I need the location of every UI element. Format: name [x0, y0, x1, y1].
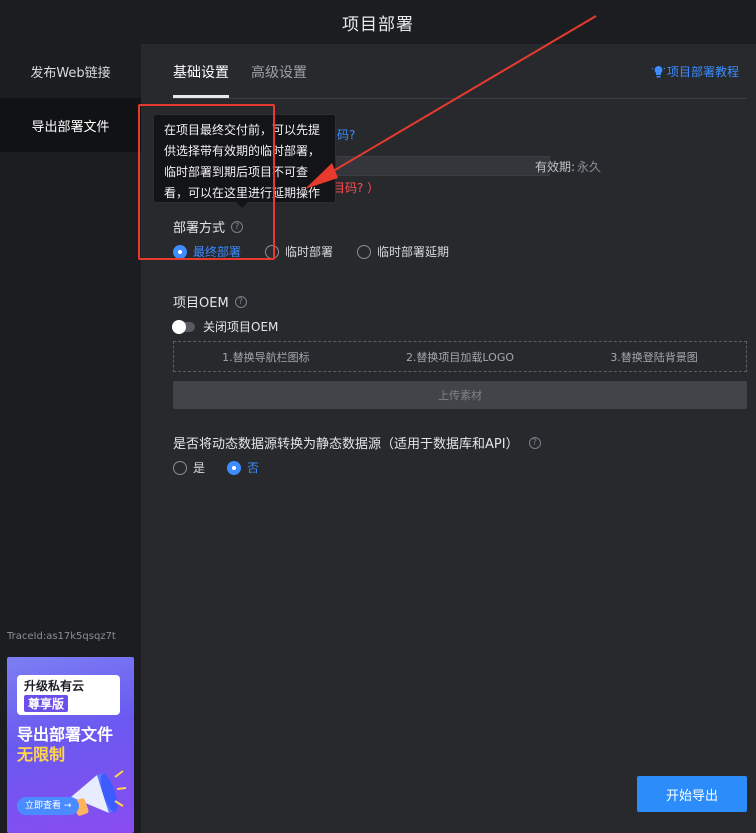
radio-dot [227, 460, 242, 475]
radio-dot [173, 244, 187, 259]
promo-chip: 升级私有云 尊享版 [17, 675, 120, 715]
validity-value: 永久 [577, 160, 602, 174]
radio-final-deploy[interactable]: 最终部署 [173, 243, 241, 260]
deploy-mode-label: 部署方式 ? [173, 217, 244, 236]
lightbulb-icon [651, 64, 665, 77]
start-export-button[interactable]: 开始导出 [637, 776, 747, 812]
title-bar: 项目部署 [0, 0, 756, 44]
promo-banner[interactable]: 升级私有云 尊享版 导出部署文件 无限制 立即查看 → [7, 657, 134, 833]
tab-basic-settings[interactable]: 基础设置 [173, 62, 229, 82]
upload-button[interactable]: 上传素材 [173, 381, 747, 409]
validity: 有效期: 永久 [535, 158, 601, 175]
radio-label: 否 [247, 461, 260, 475]
sidebar-item-export-files[interactable]: 导出部署文件 [0, 98, 141, 152]
project-code-question[interactable]: 码? [337, 126, 355, 143]
oem-toggle[interactable] [172, 319, 195, 334]
oem-label: 项目OEM ? [173, 292, 247, 311]
static-source-options: 是 否 [173, 459, 259, 476]
window-title: 项目部署 [342, 14, 414, 35]
promo-cta-label: 立即查看 [25, 801, 62, 811]
oem-toggle-row: 关闭项目OEM [172, 318, 279, 335]
help-icon[interactable]: ? [234, 295, 247, 308]
sidebar: 发布Web链接 导出部署文件 TraceId:as17k5qsqz7t 升级私有… [0, 44, 141, 833]
megaphone-icon [71, 770, 127, 816]
tab-advanced-settings[interactable]: 高级设置 [251, 62, 307, 82]
tooltip-line: 在项目最终交付前，可以先提 [164, 123, 321, 137]
radio-no[interactable]: 否 [227, 459, 259, 476]
static-source-text: 是否将动态数据源转换为静态数据源（适用于数据库和API） [173, 437, 519, 452]
deploy-tooltip: 在项目最终交付前，可以先提 供选择带有效期的临时部署， 临时部署到期后项目不可查… [153, 114, 336, 203]
oem-text: 项目OEM [173, 296, 229, 311]
deploy-mode-text: 部署方式 [173, 221, 226, 236]
tutorial-link[interactable]: 项目部署教程 [651, 63, 739, 80]
help-icon[interactable]: ? [528, 436, 541, 449]
validity-label: 有效期: [535, 160, 576, 174]
radio-label: 临时部署延期 [377, 245, 450, 259]
tutorial-label: 项目部署教程 [666, 65, 739, 79]
radio-dot [265, 244, 280, 259]
radio-yes[interactable]: 是 [173, 459, 205, 476]
radio-label: 临时部署 [285, 245, 334, 259]
oem-toggle-label: 关闭项目OEM [203, 320, 279, 334]
deploy-mode-options: 最终部署 临时部署 临时部署延期 [173, 243, 449, 260]
radio-dot [173, 460, 187, 475]
promo-chip-line2: 尊享版 [24, 695, 69, 712]
promo-subheadline: 无限制 [17, 745, 66, 764]
tooltip-arrow [236, 202, 248, 208]
trace-id: TraceId:as17k5qsqz7t [7, 631, 116, 642]
tooltip-line: 看，可以在这里进行延期操作 [164, 186, 321, 200]
radio-dot [357, 244, 372, 259]
radio-temp-deploy[interactable]: 临时部署 [265, 243, 333, 260]
oem-item-nav-icon[interactable]: 1.替换导航栏图标 [222, 349, 310, 365]
radio-label: 是 [193, 461, 206, 475]
arrow-right-icon: → [63, 801, 72, 811]
oem-item-loading-logo[interactable]: 2.替换项目加载LOGO [406, 349, 514, 365]
promo-chip-line1: 升级私有云 [24, 679, 85, 693]
radio-temp-deploy-extend[interactable]: 临时部署延期 [357, 243, 449, 260]
sidebar-item-publish-web[interactable]: 发布Web链接 [0, 44, 141, 98]
tooltip-line: 供选择带有效期的临时部署， [164, 144, 321, 158]
tab-bar: 基础设置 高级设置 项目部署教程 [173, 44, 747, 99]
active-tab-indicator [173, 95, 229, 98]
oem-options-box: 1.替换导航栏图标 2.替换项目加载LOGO 3.替换登陆背景图 [173, 341, 747, 372]
project-code-help-link[interactable]: 目码? ） [333, 179, 379, 196]
static-source-label: 是否将动态数据源转换为静态数据源（适用于数据库和API） ? [173, 433, 541, 452]
tooltip-line: 临时部署到期后项目不可查 [164, 165, 309, 179]
oem-item-login-bg[interactable]: 3.替换登陆背景图 [610, 349, 698, 365]
promo-cta-button[interactable]: 立即查看 → [17, 797, 80, 815]
help-icon[interactable]: ? [231, 220, 244, 233]
radio-label: 最终部署 [193, 245, 242, 259]
